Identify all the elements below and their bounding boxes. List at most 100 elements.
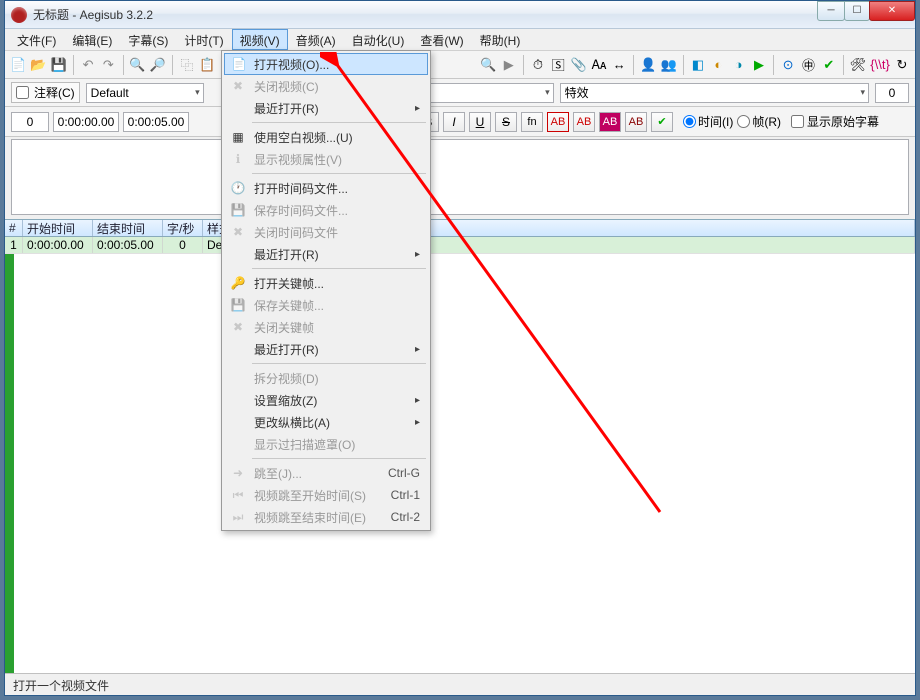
open-icon[interactable]: 📂 xyxy=(29,54,47,76)
close-button[interactable]: ✕ xyxy=(869,1,915,21)
menuitem-关闭关键帧: ✖关闭关键帧 xyxy=(224,316,428,338)
audio3-icon[interactable]: ▶ xyxy=(750,54,768,76)
row-indicator xyxy=(5,254,14,673)
style-combo[interactable]: Default xyxy=(86,83,204,103)
menuitem-拆分视频D: 拆分视频(D) xyxy=(224,367,428,389)
font-icon[interactable]: 🗛 xyxy=(590,54,608,76)
color4-button[interactable]: AB xyxy=(625,112,647,132)
assistant2-icon[interactable]: 👥 xyxy=(660,54,678,76)
menubar: 文件(F)编辑(E)字幕(S)计时(T)视频(V)音频(A)自动化(U)查看(W… xyxy=(5,29,915,51)
menuitem-最近打开R[interactable]: 最近打开(R)▸ xyxy=(224,338,428,360)
menuitem-更改纵横比A[interactable]: 更改纵横比(A)▸ xyxy=(224,411,428,433)
shift-icon[interactable]: ⏱ xyxy=(529,54,547,76)
layer-input[interactable]: 0 xyxy=(875,83,909,103)
start-time-input[interactable]: 0:00:00.00 xyxy=(53,112,119,132)
menuitem-保存关键帧: 💾保存关键帧... xyxy=(224,294,428,316)
menuitem-设置缩放Z[interactable]: 设置缩放(Z)▸ xyxy=(224,389,428,411)
attach-icon[interactable]: 📎 xyxy=(569,54,587,76)
audio-icon[interactable]: ◐ xyxy=(709,54,727,76)
menu-计时[interactable]: 计时(T) xyxy=(176,29,231,50)
menu-自动化[interactable]: 自动化(U) xyxy=(344,29,413,50)
menu-文件[interactable]: 文件(F) xyxy=(9,29,64,50)
cycle-icon[interactable]: ↻ xyxy=(893,54,911,76)
titlebar: 无标题 - Aegisub 3.2.2 ─ ☐ ✕ xyxy=(5,1,915,29)
window-title: 无标题 - Aegisub 3.2.2 xyxy=(33,6,818,23)
app-icon xyxy=(11,7,27,23)
grid-body[interactable]: 1 0:00:00.00 0:00:05.00 0 Defa xyxy=(5,237,915,673)
submenu-arrow-icon: ▸ xyxy=(415,395,420,406)
save-icon: 💾 xyxy=(230,202,246,218)
save-icon[interactable]: 💾 xyxy=(50,54,68,76)
col-cps[interactable]: 字/秒 xyxy=(163,220,203,236)
menu-查看[interactable]: 查看(W) xyxy=(412,29,471,50)
end-time-input[interactable]: 0:00:05.00 xyxy=(123,112,189,132)
margin-input[interactable]: 0 xyxy=(11,112,49,132)
video-icon[interactable]: ▶ xyxy=(500,54,518,76)
table-row[interactable]: 1 0:00:00.00 0:00:05.00 0 Defa xyxy=(5,237,915,254)
actor-combo[interactable] xyxy=(426,83,554,103)
strike-button[interactable]: S xyxy=(495,112,517,132)
underline-button[interactable]: U xyxy=(469,112,491,132)
undo-icon[interactable]: ↶ xyxy=(79,54,97,76)
submenu-arrow-icon: ▸ xyxy=(415,344,420,355)
resample-icon[interactable]: ↔ xyxy=(610,54,628,76)
menuitem-最近打开R[interactable]: 最近打开(R)▸ xyxy=(224,97,428,119)
color2-button[interactable]: AB xyxy=(573,112,595,132)
style-icon[interactable]: 🅂 xyxy=(549,54,567,76)
col-number[interactable]: # xyxy=(5,220,23,236)
time-radio[interactable]: 时间(I) xyxy=(683,113,733,130)
menuitem-打开视频O[interactable]: 📄打开视频(O)... xyxy=(224,53,428,75)
options-icon[interactable]: 🛠 xyxy=(849,54,868,76)
frame-radio[interactable]: 帧(R) xyxy=(737,113,781,130)
kanji-icon[interactable]: ㊥ xyxy=(799,54,817,76)
timing-icon[interactable]: ⊙ xyxy=(779,54,797,76)
separator xyxy=(633,55,634,75)
show-original-checkbox[interactable]: 显示原始字幕 xyxy=(791,113,879,130)
menu-字幕[interactable]: 字幕(S) xyxy=(120,29,176,50)
effect-combo[interactable]: 特效 xyxy=(560,83,869,103)
spectrum-icon[interactable]: ◧ xyxy=(689,54,707,76)
col-end[interactable]: 结束时间 xyxy=(93,220,163,236)
separator xyxy=(683,55,684,75)
maximize-button[interactable]: ☐ xyxy=(844,1,870,21)
subtitle-text-input[interactable] xyxy=(11,139,909,215)
assistant-icon[interactable]: 👤 xyxy=(639,54,657,76)
menuitem-打开时间码文件[interactable]: 🕐打开时间码文件... xyxy=(224,177,428,199)
submenu-arrow-icon: ▸ xyxy=(415,249,420,260)
statusbar: 打开一个视频文件 xyxy=(5,673,915,695)
paste-icon[interactable]: 📋 xyxy=(198,54,216,76)
separator xyxy=(773,55,774,75)
redo-icon[interactable]: ↷ xyxy=(99,54,117,76)
commit-button[interactable]: ✔ xyxy=(651,112,673,132)
spell-icon[interactable]: ✔ xyxy=(820,54,838,76)
menu-音频[interactable]: 音频(A) xyxy=(288,29,344,50)
menu-separator xyxy=(252,458,426,459)
menuitem-使用空白视频U[interactable]: ▦使用空白视频...(U) xyxy=(224,126,428,148)
find-icon[interactable]: 🔍 xyxy=(128,54,146,76)
font-button[interactable]: fn xyxy=(521,112,543,132)
tags-icon[interactable]: {\\t} xyxy=(869,54,891,76)
x-icon: ✖ xyxy=(230,224,246,240)
menuitem-关闭视频C: ✖关闭视频(C) xyxy=(224,75,428,97)
video-menu-dropdown: 📄打开视频(O)...✖关闭视频(C)最近打开(R)▸▦使用空白视频...(U)… xyxy=(221,50,431,531)
italic-button[interactable]: I xyxy=(443,112,465,132)
copy-icon[interactable]: ⿻ xyxy=(178,54,196,76)
col-start[interactable]: 开始时间 xyxy=(23,220,93,236)
menu-编辑[interactable]: 编辑(E) xyxy=(64,29,120,50)
menu-视频[interactable]: 视频(V) xyxy=(232,29,288,50)
comment-checkbox[interactable]: 注释(C) xyxy=(11,82,80,103)
menuitem-最近打开R[interactable]: 最近打开(R)▸ xyxy=(224,243,428,265)
minimize-button[interactable]: ─ xyxy=(817,1,845,21)
replace-icon[interactable]: 🔎 xyxy=(149,54,167,76)
color1-button[interactable]: AB xyxy=(547,112,569,132)
new-icon[interactable]: 📄 xyxy=(9,54,27,76)
goto-icon: ➜ xyxy=(230,465,246,481)
zoom-icon[interactable]: 🔍 xyxy=(479,54,497,76)
separator xyxy=(843,55,844,75)
audio2-icon[interactable]: ◑ xyxy=(729,54,747,76)
start-icon: ⏮ xyxy=(230,487,246,503)
color3-button[interactable]: AB xyxy=(599,112,621,132)
menuitem-打开关键帧[interactable]: 🔑打开关键帧... xyxy=(224,272,428,294)
separator xyxy=(73,55,74,75)
menu-帮助[interactable]: 帮助(H) xyxy=(472,29,529,50)
